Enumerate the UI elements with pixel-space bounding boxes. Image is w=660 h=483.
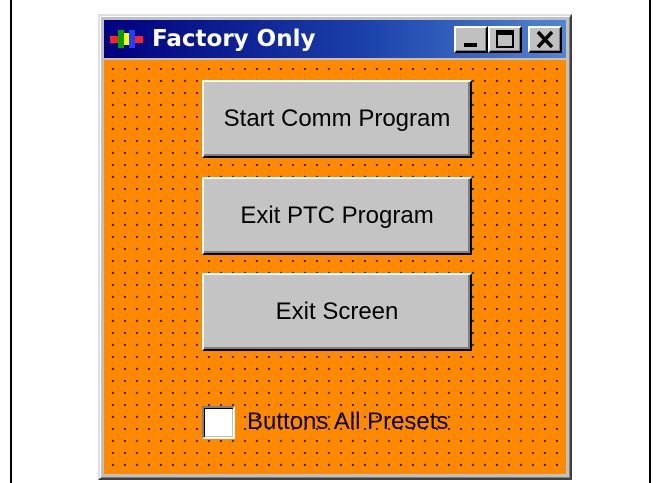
- client-area: Start Comm Program Exit PTC Program Exit…: [104, 60, 566, 474]
- close-icon: [536, 30, 554, 49]
- minimize-button[interactable]: [454, 26, 488, 53]
- title-bar[interactable]: Factory Only: [104, 20, 566, 58]
- factory-window: Factory Only Start Comm Program Exit PTC…: [98, 14, 572, 480]
- window-title: Factory Only: [152, 26, 316, 52]
- close-button[interactable]: [528, 26, 562, 53]
- buttons-all-presets-row[interactable]: Buttons All Presets: [202, 402, 448, 442]
- app-icon: [110, 28, 144, 50]
- maximize-button[interactable]: [488, 26, 522, 53]
- exit-ptc-program-button[interactable]: Exit PTC Program: [202, 177, 472, 255]
- buttons-all-presets-checkbox[interactable]: [202, 405, 235, 439]
- start-comm-program-button[interactable]: Start Comm Program: [202, 80, 472, 158]
- minimize-icon: [464, 43, 477, 47]
- maximize-icon: [496, 30, 514, 48]
- exit-screen-button[interactable]: Exit Screen: [202, 273, 472, 351]
- buttons-all-presets-label: Buttons All Presets: [247, 408, 449, 435]
